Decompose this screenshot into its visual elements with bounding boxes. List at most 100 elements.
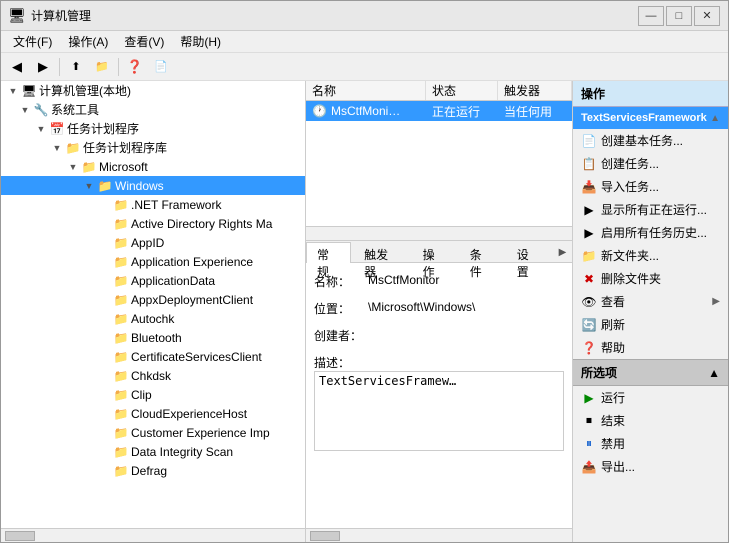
location-value: \Microsoft\Windows\ <box>364 298 564 316</box>
tree-item-appxdeploy[interactable]: 📁 AppxDeploymentClient <box>1 290 305 309</box>
show-running-label: 显示所有正在运行... <box>601 201 707 218</box>
tree-item-customerexp[interactable]: 📁 Customer Experience Imp <box>1 423 305 442</box>
col-header-status[interactable]: 状态 <box>426 81 498 100</box>
expand-icon <box>97 252 113 271</box>
tree-item-taskscheduler[interactable]: ▼ 📅 任务计划程序 <box>1 119 305 138</box>
tree-label: Active Directory Rights Ma <box>131 217 272 231</box>
expand-icon[interactable]: ▼ <box>65 157 81 176</box>
tree-item-defrag[interactable]: 📁 Defrag <box>1 461 305 480</box>
tree-item-root[interactable]: ▼ 🖥 计算机管理(本地) <box>1 81 305 100</box>
tree-icon: 📁 <box>113 292 129 308</box>
tree-label: 任务计划程序 <box>67 120 139 137</box>
action-create-basic[interactable]: 📄 创建基本任务... <box>573 129 728 152</box>
expand-icon[interactable]: ▼ <box>81 176 97 195</box>
tree-item-chkdsk[interactable]: 📁 Chkdsk <box>1 366 305 385</box>
expand-icon <box>97 271 113 290</box>
detail-h-scrollbar[interactable] <box>306 528 572 542</box>
detail-h-scroll-thumb[interactable] <box>310 531 340 541</box>
menu-view[interactable]: 查看(V) <box>116 31 172 52</box>
action-show-running[interactable]: ▶ 显示所有正在运行... <box>573 198 728 221</box>
expand-icon <box>97 385 113 404</box>
expand-icon[interactable]: ▼ <box>5 81 21 100</box>
action-end[interactable]: ⏹ 结束 <box>573 409 728 432</box>
h-scroll-thumb[interactable] <box>5 531 35 541</box>
tree-item-microsoft[interactable]: ▼ 📁 Microsoft <box>1 157 305 176</box>
expand-icon[interactable]: ▼ <box>17 100 33 119</box>
tab-scroll-arrow[interactable]: ▶ <box>553 241 572 263</box>
tree-label: .NET Framework <box>131 198 221 212</box>
toolbar-forward[interactable]: ▶ <box>31 56 55 78</box>
action-help[interactable]: ❓ 帮助 <box>573 336 728 359</box>
tree-item-cloudexp[interactable]: 📁 CloudExperienceHost <box>1 404 305 423</box>
col-header-trigger[interactable]: 触发器 <box>498 81 572 100</box>
tree-icon: 🔧 <box>33 102 49 118</box>
action-create-task[interactable]: 📋 创建任务... <box>573 152 728 175</box>
create-task-icon: 📋 <box>581 156 597 172</box>
end-icon: ⏹ <box>581 413 597 429</box>
tree-item-netframework[interactable]: 📁 .NET Framework <box>1 195 305 214</box>
tree-item-windows[interactable]: ▼ 📁 Windows <box>1 176 305 195</box>
tree-icon: 📁 <box>113 216 129 232</box>
menu-action[interactable]: 操作(A) <box>60 31 116 52</box>
tree-label: CertificateServicesClient <box>131 350 262 364</box>
toolbar-folder[interactable]: 📁 <box>90 56 114 78</box>
tab-actions[interactable]: 操作 <box>412 242 457 263</box>
list-h-scrollbar[interactable] <box>306 226 572 240</box>
tree-item-clip[interactable]: 📁 Clip <box>1 385 305 404</box>
tree-item-appdata[interactable]: 📁 ApplicationData <box>1 271 305 290</box>
col-header-name[interactable]: 名称 <box>306 81 426 100</box>
minimize-button[interactable]: — <box>638 6 664 26</box>
action-import-task[interactable]: 📥 导入任务... <box>573 175 728 198</box>
action-export[interactable]: 📤 导出... <box>573 455 728 478</box>
end-label: 结束 <box>601 412 625 429</box>
expand-icon <box>97 309 113 328</box>
action-disable[interactable]: ⏸ 禁用 <box>573 432 728 455</box>
task-list-panel: 名称 状态 触发器 🕐 MsCtfMoni… 正在运行 当任何用 <box>306 81 572 241</box>
tree-item-appid[interactable]: 📁 AppID <box>1 233 305 252</box>
action-refresh[interactable]: 🔄 刷新 <box>573 313 728 336</box>
subheader-title: 所选项 <box>581 364 617 381</box>
action-item-top[interactable]: TextServicesFramework ▲ <box>573 107 728 129</box>
action-enable-history[interactable]: ▶ 启用所有任务历史... <box>573 221 728 244</box>
tab-triggers[interactable]: 触发器 <box>353 242 410 263</box>
enable-history-label: 启用所有任务历史... <box>601 224 707 241</box>
refresh-icon: 🔄 <box>581 317 597 333</box>
toolbar-help[interactable]: ❓ <box>123 56 147 78</box>
action-delete-folder[interactable]: ✖ 删除文件夹 <box>573 267 728 290</box>
expand-icon[interactable]: ▼ <box>33 119 49 138</box>
tree-item-systemtools[interactable]: ▼ 🔧 系统工具 <box>1 100 305 119</box>
tree-item-datainteg[interactable]: 📁 Data Integrity Scan <box>1 442 305 461</box>
import-task-icon: 📥 <box>581 179 597 195</box>
toolbar-back[interactable]: ◀ <box>5 56 29 78</box>
tree-item-adrights[interactable]: 📁 Active Directory Rights Ma <box>1 214 305 233</box>
middle-panel: 名称 状态 触发器 🕐 MsCtfMoni… 正在运行 当任何用 <box>306 81 573 542</box>
tab-general[interactable]: 常规 <box>306 242 351 263</box>
toolbar-doc[interactable]: 📄 <box>149 56 173 78</box>
tab-settings[interactable]: 设置 <box>506 242 551 263</box>
main-content: ▼ 🖥 计算机管理(本地) ▼ 🔧 系统工具 ▼ 📅 任务计划程序 <box>1 81 728 542</box>
close-button[interactable]: ✕ <box>694 6 720 26</box>
action-view[interactable]: 👁 查看 ▶ <box>573 290 728 313</box>
action-run[interactable]: ▶ 运行 <box>573 386 728 409</box>
action-new-folder[interactable]: 📁 新文件夹... <box>573 244 728 267</box>
export-label: 导出... <box>601 458 635 475</box>
menu-help[interactable]: 帮助(H) <box>172 31 229 52</box>
maximize-button[interactable]: □ <box>666 6 692 26</box>
toolbar-up[interactable]: ⬆ <box>64 56 88 78</box>
menu-file[interactable]: 文件(F) <box>5 31 60 52</box>
tree-item-certclient[interactable]: 📁 CertificateServicesClient <box>1 347 305 366</box>
tree-icon: 📁 <box>113 444 129 460</box>
tree-item-autochk[interactable]: 📁 Autochk <box>1 309 305 328</box>
tree-icon: 📁 <box>81 159 97 175</box>
list-row[interactable]: 🕐 MsCtfMoni… 正在运行 当任何用 <box>306 101 572 121</box>
tab-conditions[interactable]: 条件 <box>459 242 504 263</box>
tree-item-taskschedlibrary[interactable]: ▼ 📁 任务计划程序库 <box>1 138 305 157</box>
view-label: 查看 <box>601 293 625 310</box>
tree-h-scrollbar[interactable] <box>1 528 305 542</box>
desc-textarea[interactable] <box>314 371 564 451</box>
expand-icon[interactable]: ▼ <box>49 138 65 157</box>
tree-item-appexp[interactable]: 📁 Application Experience <box>1 252 305 271</box>
tree-icon: 📁 <box>113 368 129 384</box>
refresh-label: 刷新 <box>601 316 625 333</box>
tree-item-bluetooth[interactable]: 📁 Bluetooth <box>1 328 305 347</box>
